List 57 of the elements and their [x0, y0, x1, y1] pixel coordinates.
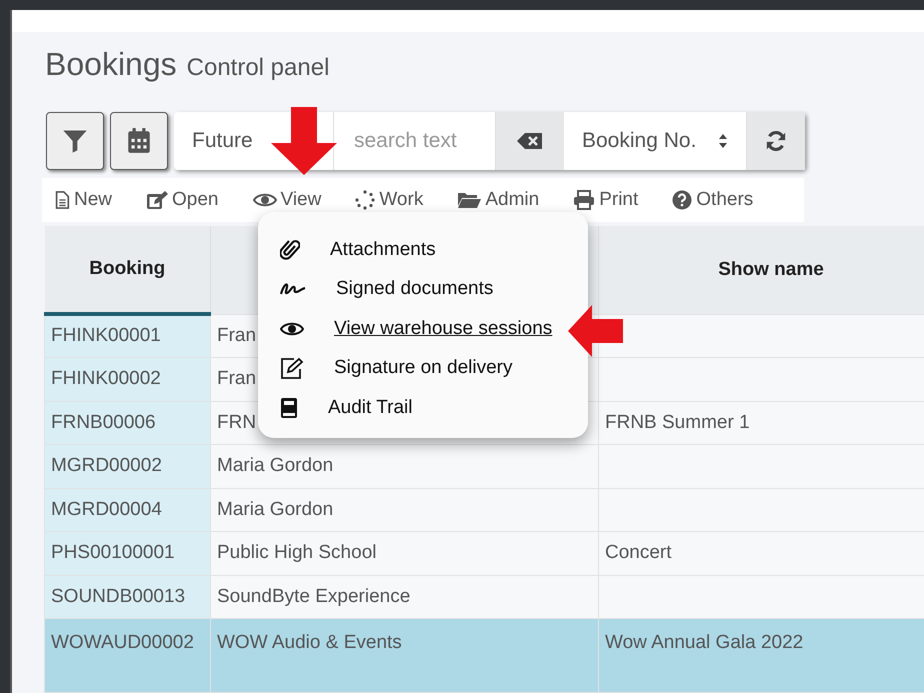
refresh-icon [765, 130, 788, 152]
table-cell: Public High School [217, 542, 376, 563]
help-icon [672, 190, 692, 210]
booking-number: MGRD00004 [51, 498, 162, 520]
search-field[interactable]: search text [352, 124, 477, 158]
pen-square-icon [280, 357, 304, 380]
table-cell: Concert [605, 542, 672, 563]
table-cell: Fran [217, 324, 256, 346]
table-cell: WOW Audio & Events [217, 632, 402, 653]
filter-button[interactable] [46, 112, 104, 170]
action-link[interactable]: View [252, 186, 322, 214]
booking-number: MGRD00002 [51, 455, 162, 476]
column-header[interactable]: Booking [44, 226, 210, 314]
menu-item[interactable]: View warehouse sessions [280, 309, 552, 348]
action-link[interactable]: Others [672, 186, 754, 214]
column-header[interactable]: Show name [598, 226, 924, 314]
table-cell: SoundByte Experience [217, 586, 410, 606]
table-cell: Maria Gordon [217, 455, 334, 476]
edit-icon [146, 190, 168, 210]
pointer-arrow [568, 305, 623, 357]
calendar-icon [126, 127, 152, 155]
eye-icon [280, 320, 304, 337]
calendar-button[interactable] [110, 112, 168, 170]
table-cell: Wow Annual Gala 2022 [605, 632, 804, 653]
booking-number: FRNB00006 [51, 412, 156, 432]
booking-number: SOUNDB00013 [51, 586, 186, 606]
file-icon [54, 191, 70, 209]
booking-number: FHINK00002 [51, 368, 161, 389]
backspace-icon [516, 131, 544, 151]
booking-number: PHS00100001 [51, 542, 175, 563]
printer-icon [573, 190, 596, 210]
refresh-button[interactable] [747, 112, 806, 170]
action-link[interactable]: Admin [457, 186, 540, 214]
table-cell: Maria Gordon [217, 498, 334, 520]
table-cell: FRN [217, 412, 256, 432]
booking-number: WOWAUD00002 [51, 632, 194, 653]
menu-item[interactable]: Audit Trail [280, 388, 412, 428]
paperclip-icon [280, 238, 300, 261]
clear-button[interactable] [496, 112, 564, 170]
signature-icon [280, 282, 306, 296]
page-title: Bookings [45, 45, 177, 84]
book-icon [280, 396, 298, 419]
eye-icon [252, 192, 276, 208]
menu-item[interactable]: Signature on delivery [280, 348, 512, 388]
page-subtitle: Control panel [186, 53, 330, 83]
action-link[interactable]: Work [355, 186, 424, 214]
booking-number: FHINK00001 [51, 325, 161, 346]
table-cell: FRNB Summer 1 [605, 412, 750, 432]
action-link[interactable]: New [54, 186, 112, 214]
menu-item[interactable]: Attachments [280, 230, 436, 270]
sort-caret-icon [718, 133, 728, 149]
menu-item[interactable]: Signed documents [280, 270, 494, 309]
action-link[interactable]: Print [573, 186, 638, 214]
spinner-icon [355, 190, 376, 210]
folder-icon [457, 191, 482, 209]
action-link[interactable]: Open [146, 186, 218, 214]
table-cell: Fran [217, 368, 256, 389]
